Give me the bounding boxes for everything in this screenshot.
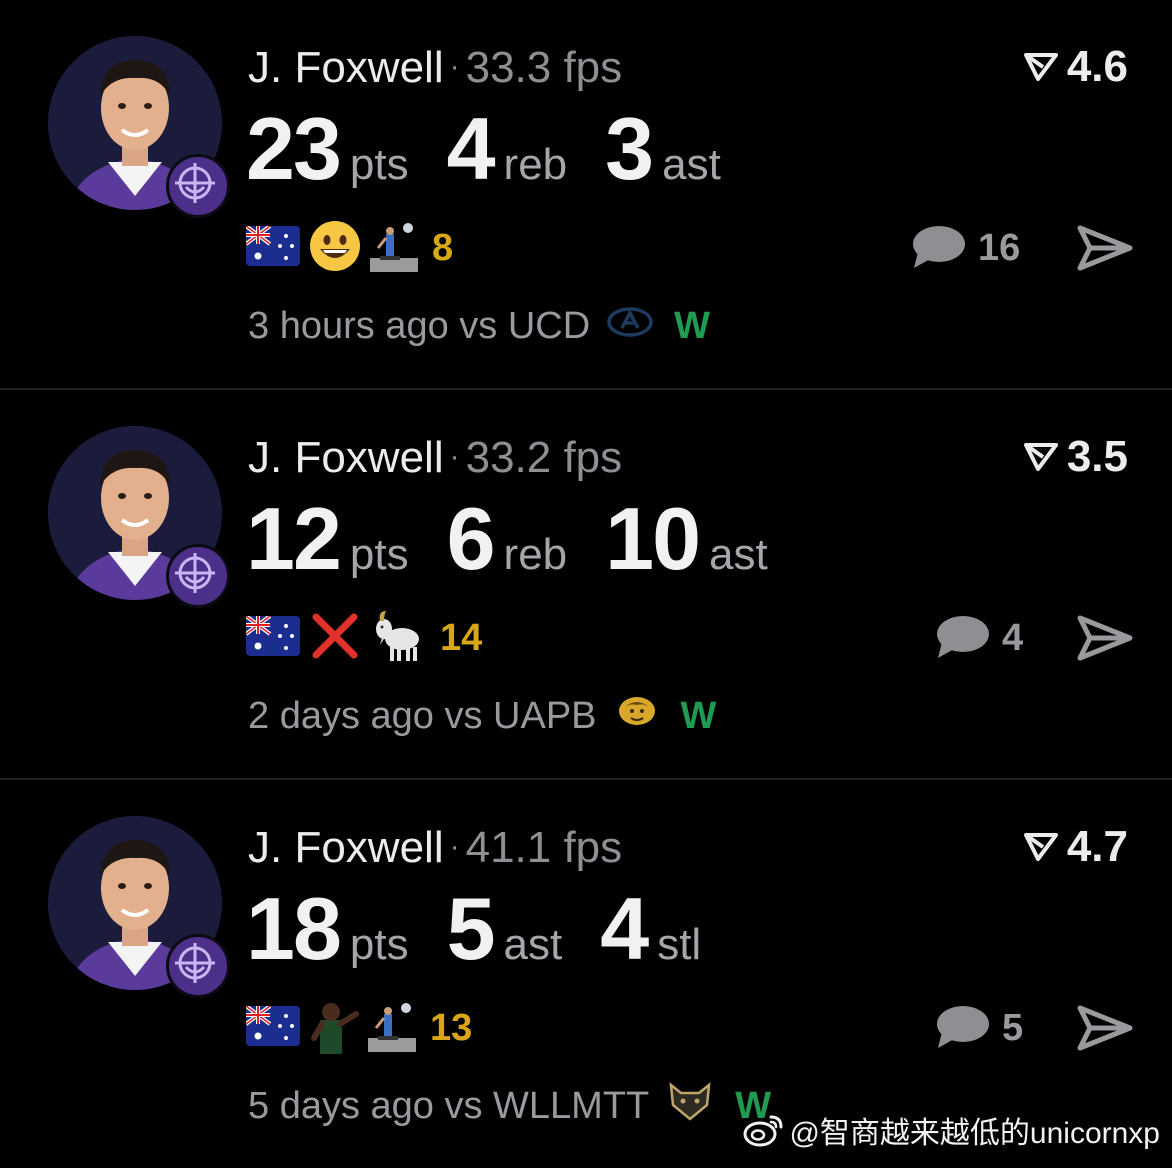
stat-value: 4	[600, 879, 649, 978]
stat-value: 4	[446, 99, 496, 198]
game-result: W	[674, 304, 711, 347]
stat-label: reb	[503, 530, 568, 579]
stat-value: 3	[605, 99, 654, 198]
share-icon[interactable]	[1076, 612, 1134, 664]
anchor-wheel-icon	[175, 553, 215, 593]
player-name[interactable]: J. Foxwell	[248, 433, 444, 482]
stat-label: ast	[503, 920, 563, 969]
rating[interactable]: 3.5	[1023, 432, 1128, 482]
comment-count: 4	[1002, 616, 1024, 659]
reaction-count: 14	[440, 616, 483, 659]
rating[interactable]: 4.6	[1023, 42, 1128, 92]
player-avatar[interactable]	[48, 36, 230, 218]
player-avatar[interactable]	[48, 426, 230, 608]
stat-value: 5	[446, 879, 496, 978]
team-badge	[166, 934, 230, 998]
reaction-row[interactable]: 13	[244, 1000, 473, 1057]
comment-bubble-icon	[937, 616, 989, 658]
post-card[interactable]: J. Foxwell · 33.2 fps 3.5 12 pts 6 reb 10 ast	[0, 390, 1172, 778]
reaction-row[interactable]: 14	[244, 610, 483, 664]
game-feed: J. Foxwell · 33.3 fps 4.6 23 pts 4 reb 3 ast	[0, 0, 1172, 1166]
time-and-opponent: 3 hours ago vs UCD	[248, 304, 591, 347]
stat-label: pts	[349, 140, 409, 189]
rating-value: 4.6	[1066, 42, 1128, 91]
reaction-row[interactable]: 8	[244, 220, 454, 277]
stat-line: 12 pts 6 reb 10 ast	[246, 494, 806, 584]
stat-value: 10	[605, 489, 701, 588]
comment-button[interactable]: 16	[910, 222, 1020, 274]
stat-label: pts	[349, 530, 409, 579]
team-badge	[166, 544, 230, 608]
fps-score: 33.2 fps	[465, 433, 623, 482]
australia-flag-icon	[244, 223, 300, 271]
comment-button[interactable]: 5	[934, 1002, 1023, 1054]
fps-score: 33.3 fps	[465, 43, 623, 92]
game-meta[interactable]: 5 days ago vs WLLMTT W	[248, 1080, 771, 1132]
stat-value: 12	[246, 489, 342, 588]
rating-value: 3.5	[1066, 432, 1128, 481]
anchor-wheel-icon	[175, 163, 215, 203]
post-header: J. Foxwell · 41.1 fps	[248, 822, 622, 873]
time-and-opponent: 5 days ago vs WLLMTT	[248, 1084, 650, 1127]
reaction-count: 13	[430, 1006, 473, 1049]
player-name[interactable]: J. Foxwell	[248, 43, 444, 92]
player-celebration-sticker-icon	[308, 998, 360, 1059]
comment-count: 16	[978, 226, 1021, 269]
time-and-opponent: 2 days ago vs UAPB	[248, 694, 597, 737]
stat-label: ast	[709, 530, 768, 579]
post-header: J. Foxwell · 33.3 fps	[248, 42, 622, 93]
rating-arrow-icon	[1023, 53, 1058, 81]
goat-icon	[370, 609, 426, 668]
game-meta[interactable]: 3 hours ago vs UCD W	[248, 300, 710, 352]
stat-line: 18 pts 5 ast 4 stl	[246, 884, 739, 974]
grinning-face-icon	[308, 219, 362, 278]
watermark: @智商越来越低的unicornxp	[743, 1108, 1160, 1152]
player-name[interactable]: J. Foxwell	[248, 823, 444, 872]
stat-label: stl	[657, 920, 702, 969]
comment-bubble-icon	[937, 1006, 989, 1048]
stat-value: 18	[246, 879, 342, 978]
team-badge	[166, 154, 230, 218]
cross-mark-icon	[308, 609, 362, 668]
fps-score: 41.1 fps	[465, 823, 623, 872]
rating-arrow-icon	[1023, 443, 1058, 471]
rating-arrow-icon	[1023, 833, 1058, 861]
separator-dot: ·	[449, 440, 460, 473]
stat-label: ast	[662, 140, 721, 189]
comment-count: 5	[1002, 1006, 1024, 1049]
willamette-bearcats-logo-icon	[665, 1081, 715, 1131]
ucd-aggies-logo-icon	[606, 305, 654, 348]
stat-line: 23 pts 4 reb 3 ast	[246, 104, 759, 194]
comment-bubble-icon	[913, 226, 965, 268]
stat-value: 23	[246, 99, 342, 198]
share-icon[interactable]	[1076, 1002, 1134, 1054]
anchor-wheel-icon	[175, 943, 215, 983]
rating[interactable]: 4.7	[1023, 822, 1128, 872]
australia-flag-icon	[244, 1003, 300, 1051]
stat-label: pts	[349, 920, 409, 969]
reaction-count: 8	[432, 226, 454, 269]
player-moon-sticker-icon	[368, 1000, 416, 1057]
stat-label: reb	[503, 140, 568, 189]
post-header: J. Foxwell · 33.2 fps	[248, 432, 622, 483]
rating-value: 4.7	[1066, 822, 1128, 871]
separator-dot: ·	[449, 830, 460, 863]
game-meta[interactable]: 2 days ago vs UAPB W	[248, 690, 716, 742]
watermark-text: @智商越来越低的unicornxp	[789, 1117, 1160, 1150]
australia-flag-icon	[244, 613, 300, 661]
stat-value: 6	[446, 489, 496, 588]
player-avatar[interactable]	[48, 816, 230, 998]
weibo-logo-icon	[743, 1115, 783, 1147]
post-card[interactable]: J. Foxwell · 33.3 fps 4.6 23 pts 4 reb 3 ast	[0, 0, 1172, 388]
player-moon-sticker-icon	[370, 220, 418, 277]
game-result: W	[680, 694, 717, 737]
uapb-golden-lions-logo-icon	[613, 693, 661, 739]
share-icon[interactable]	[1076, 222, 1134, 274]
separator-dot: ·	[449, 50, 460, 83]
comment-button[interactable]: 4	[934, 612, 1023, 664]
